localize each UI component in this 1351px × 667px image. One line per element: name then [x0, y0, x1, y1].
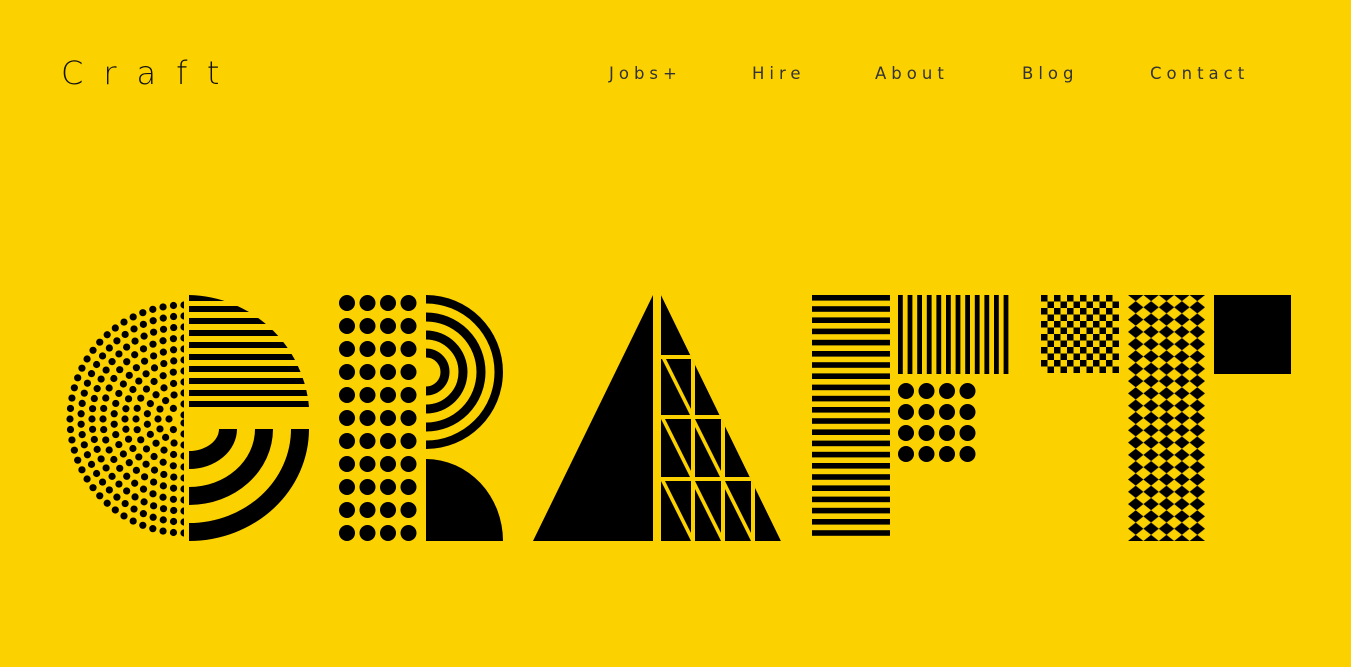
letter-t [1041, 295, 1291, 541]
letter-c [66, 295, 309, 541]
c-arcs [189, 429, 309, 541]
craft-hero-logo [66, 295, 1291, 541]
c-stripes [189, 295, 309, 407]
letter-a [533, 295, 781, 541]
f-dot-grid [898, 383, 976, 462]
t-solid-block [1214, 295, 1291, 374]
f-arm-stripes [898, 295, 1009, 374]
t-triangle-stem [1128, 295, 1205, 541]
a-left-triangle [533, 295, 653, 541]
r-dot-grid [339, 295, 417, 541]
letter-f [812, 295, 1009, 536]
t-checker-block [1041, 295, 1119, 373]
letter-r [339, 295, 503, 541]
r-leg [426, 459, 503, 541]
a-right-triangles [661, 295, 781, 541]
c-dot-pattern [66, 301, 184, 537]
f-stem-stripes [812, 295, 890, 536]
